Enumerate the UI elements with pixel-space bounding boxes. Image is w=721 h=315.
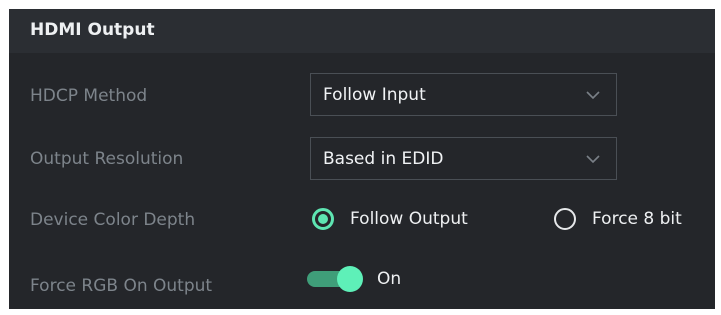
force-rgb-state: On [377,269,402,289]
hdmi-output-panel: HDMI Output HDCP Method Follow Input Out… [9,9,715,309]
device-color-depth-label: Device Color Depth [30,210,196,230]
hdcp-method-select[interactable]: Follow Input [310,73,617,116]
hdcp-method-value: Follow Input [323,85,426,105]
panel-title: HDMI Output [30,20,155,40]
output-resolution-select[interactable]: Based in EDID [310,137,617,180]
force-rgb-toggle[interactable] [307,266,365,292]
force-rgb-label: Force RGB On Output [30,276,213,296]
chevron-down-icon [586,155,600,164]
radio-force-8-bit[interactable]: Force 8 bit [554,208,709,234]
toggle-knob [337,266,363,292]
output-resolution-value: Based in EDID [323,149,444,169]
radio-checked-icon [312,208,334,230]
radio-unchecked-icon [554,208,576,230]
radio-force-8-bit-label: Force 8 bit [592,209,682,229]
output-resolution-label: Output Resolution [30,149,184,169]
radio-follow-output-label: Follow Output [350,209,468,229]
chevron-down-icon [586,91,600,100]
radio-follow-output[interactable]: Follow Output [312,208,502,234]
hdcp-method-label: HDCP Method [30,86,148,106]
panel-header: HDMI Output [9,9,715,53]
